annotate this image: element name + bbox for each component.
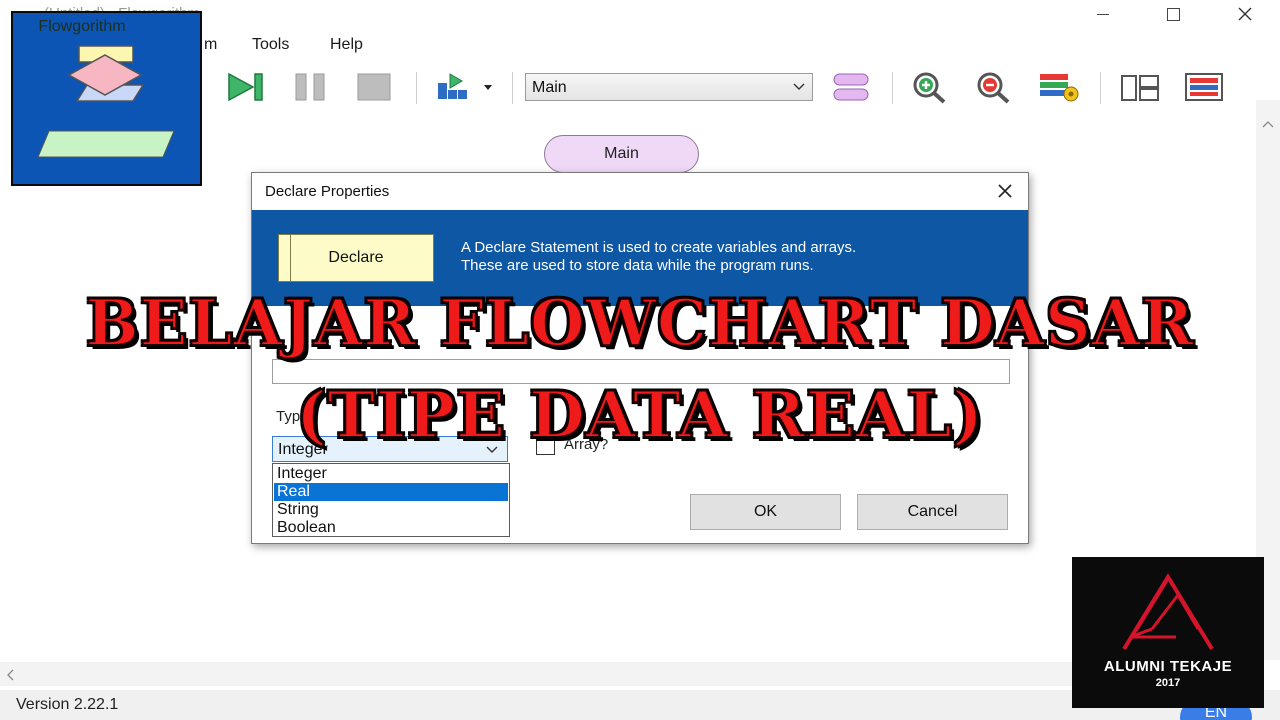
flowgorithm-logo: Flowgorithm (11, 11, 202, 186)
badge-year: 2017 (1155, 677, 1181, 689)
banner-line-1: A Declare Statement is used to create va… (461, 239, 857, 256)
banner-line-2: These are used to store data while the p… (461, 257, 814, 274)
close-icon (998, 184, 1012, 198)
type-option-real[interactable]: Real (274, 483, 508, 501)
menu-help[interactable]: Help (330, 36, 363, 54)
minimize-button[interactable] (1080, 0, 1126, 28)
console-icon[interactable] (1184, 72, 1224, 102)
type-option-string[interactable]: String (274, 501, 508, 519)
headline-line-2: (TIPE DATA REAL) (295, 377, 984, 454)
variables-icon[interactable] (1038, 72, 1080, 104)
function-select-value: Main (532, 79, 567, 96)
maximize-button[interactable] (1150, 0, 1196, 28)
zoom-out-icon[interactable] (974, 70, 1014, 104)
dialog-close-button[interactable] (992, 179, 1018, 203)
chevron-left-icon[interactable] (6, 669, 14, 681)
split-view-icon[interactable] (1120, 74, 1160, 102)
menu-program[interactable]: m (204, 36, 217, 54)
type-dropdown-list: Integer Real String Boolean (272, 463, 510, 537)
pause-icon[interactable] (294, 72, 328, 102)
cancel-button[interactable]: Cancel (857, 494, 1008, 530)
badge-title: ALUMNI TEKAJE (1103, 658, 1233, 675)
close-icon (1238, 7, 1252, 21)
chevron-down-icon (484, 85, 492, 90)
flowchart-shapes-icon (67, 45, 145, 102)
alumni-badge: ALUMNI TEKAJE 2017 (1072, 557, 1264, 708)
toolbar-separator (416, 72, 417, 104)
flowgorithm-window: (Untitled) - Flowgorithm m Tools Help Ma… (0, 0, 1280, 720)
type-option-boolean[interactable]: Boolean (274, 519, 508, 537)
main-start-shape[interactable]: Main (544, 135, 699, 173)
alumni-a-logo-icon (1122, 573, 1214, 651)
ok-button[interactable]: OK (690, 494, 841, 530)
horizontal-scrollbar[interactable] (0, 662, 1256, 686)
toolbar-separator (512, 72, 513, 104)
declare-shape: Declare (278, 234, 434, 282)
banner-description: A Declare Statement is used to create va… (461, 239, 856, 275)
declare-shape-divider (290, 235, 291, 281)
version-label: Version 2.22.1 (16, 696, 119, 713)
minimize-icon (1097, 13, 1109, 15)
maximize-icon (1166, 7, 1180, 21)
type-option-integer[interactable]: Integer (274, 465, 508, 483)
run-icon[interactable] (227, 72, 265, 102)
toolbar-separator (892, 72, 893, 104)
chevron-down-icon (793, 83, 805, 90)
dialog-title: Declare Properties (265, 183, 390, 200)
toolbar-separator (1100, 72, 1101, 104)
logo-label-shape (37, 130, 175, 158)
menu-tools[interactable]: Tools (252, 36, 289, 54)
function-select[interactable]: Main (525, 73, 813, 101)
stop-icon[interactable] (356, 72, 392, 102)
logo-label: Flowgorithm (38, 18, 126, 35)
declare-shape-label: Declare (328, 249, 384, 266)
zoom-in-icon[interactable] (910, 70, 950, 104)
headline-line-1: BELAJAR FLOWCHART DASAR (85, 285, 1195, 362)
close-button[interactable] (1222, 0, 1268, 28)
layout-icon[interactable] (832, 72, 870, 102)
step-icon[interactable] (436, 72, 498, 102)
chevron-up-icon[interactable] (1262, 120, 1274, 128)
